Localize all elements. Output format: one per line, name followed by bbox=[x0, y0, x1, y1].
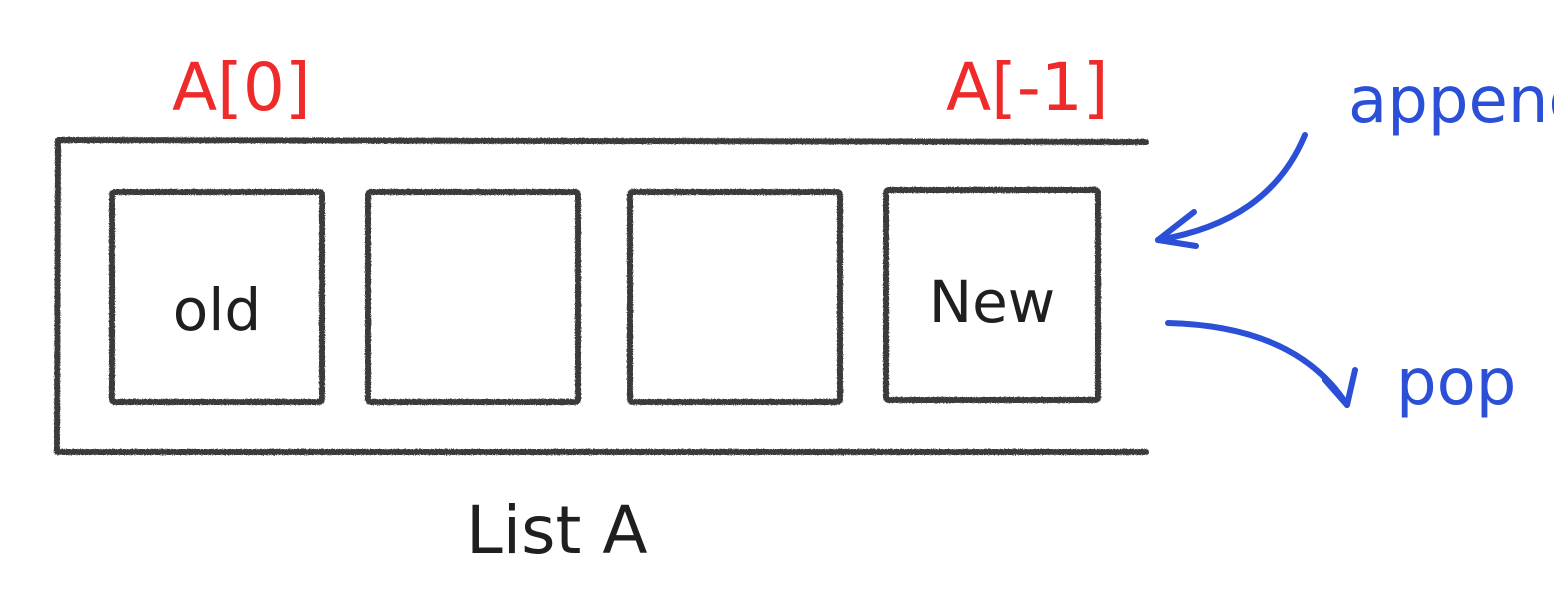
cell-value: New bbox=[929, 268, 1056, 336]
index-label-first: A[0] bbox=[172, 49, 311, 126]
cell-value: old bbox=[173, 276, 261, 344]
index-label-last: A[-1] bbox=[946, 49, 1108, 126]
append-arrow-icon bbox=[1155, 132, 1308, 249]
cell-box bbox=[627, 189, 843, 405]
list-name-label: List A bbox=[466, 492, 648, 569]
list-cells: old New bbox=[109, 187, 1101, 405]
list-diagram: A[0] A[-1] old New List A append pop bbox=[54, 49, 1554, 569]
list-cell: old bbox=[109, 189, 325, 405]
pop-label: pop bbox=[1396, 346, 1516, 420]
list-cell: New bbox=[883, 187, 1101, 403]
cell-box bbox=[365, 189, 581, 405]
list-cell bbox=[627, 189, 843, 405]
list-cell bbox=[365, 189, 581, 405]
append-label: append bbox=[1348, 64, 1554, 138]
pop-arrow-icon bbox=[1165, 320, 1358, 408]
